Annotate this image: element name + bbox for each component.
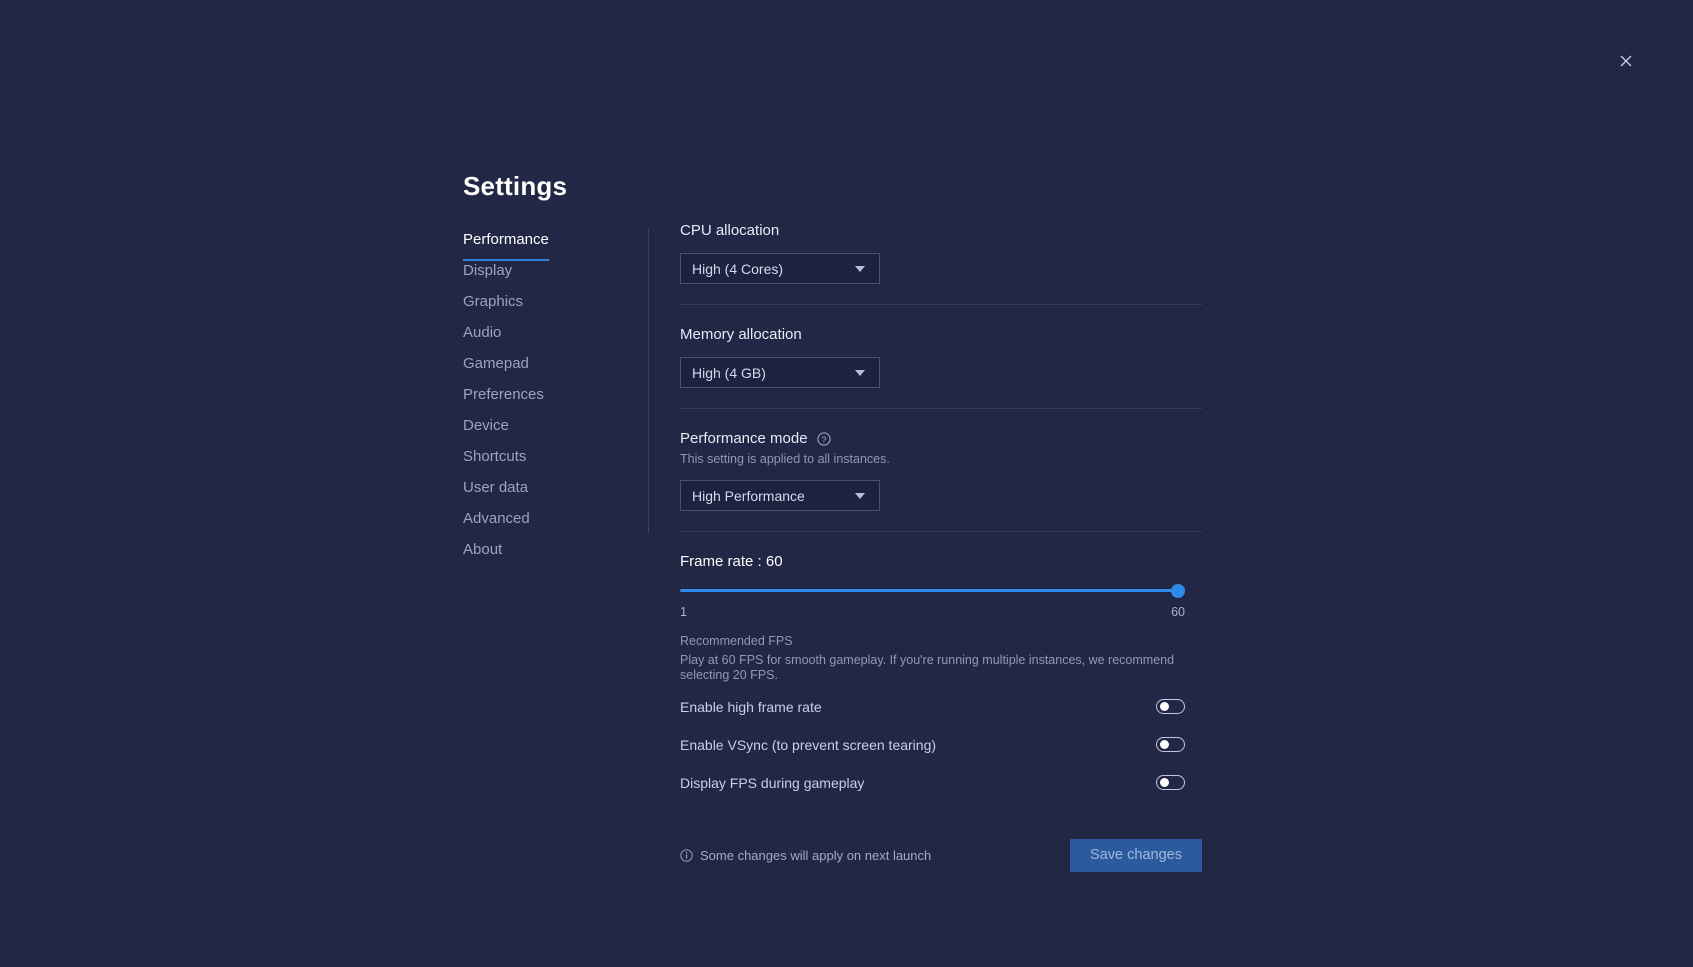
toggle-high-frame-rate[interactable] [1156, 699, 1185, 714]
settings-sidebar: Performance Display Graphics Audio Gamep… [463, 230, 633, 571]
toggle-display-fps[interactable] [1156, 775, 1185, 790]
frame-rate-scale: 1 60 [680, 605, 1185, 621]
memory-allocation-select[interactable]: High (4 GB) [680, 357, 880, 388]
sidebar-item-preferences[interactable]: Preferences [463, 385, 544, 416]
save-changes-button[interactable]: Save changes [1070, 838, 1202, 872]
toggle-label-display-fps: Display FPS during gameplay [680, 774, 865, 791]
sidebar-item-shortcuts[interactable]: Shortcuts [463, 447, 526, 478]
sidebar-item-graphics[interactable]: Graphics [463, 292, 523, 323]
page-title: Settings [463, 171, 568, 201]
sidebar-item-performance[interactable]: Performance [463, 230, 549, 261]
toggle-row-high-frame-rate: Enable high frame rate [680, 693, 1185, 721]
settings-window: Settings Performance Display Graphics Au… [0, 0, 1693, 967]
frame-rate-min-label: 1 [680, 605, 687, 619]
toggle-knob [1159, 740, 1169, 749]
toggle-group: Enable high frame rate Enable VSync (to … [680, 693, 1202, 797]
cpu-allocation-group: CPU allocation High (4 Cores) [680, 222, 1202, 305]
status-text: Some changes will apply on next launch [700, 847, 932, 863]
sidebar-item-gamepad[interactable]: Gamepad [463, 354, 529, 385]
sidebar-item-audio[interactable]: Audio [463, 323, 501, 354]
sidebar-content-divider [648, 228, 649, 533]
help-circle-icon[interactable]: ? [816, 431, 831, 446]
toggle-knob [1159, 702, 1169, 711]
settings-footer: Some changes will apply on next launch S… [680, 838, 1202, 872]
frame-rate-slider-thumb[interactable] [1171, 584, 1185, 598]
chevron-down-icon [855, 265, 865, 272]
info-circle-icon [680, 848, 693, 862]
sidebar-item-display[interactable]: Display [463, 261, 512, 292]
memory-allocation-label: Memory allocation [680, 326, 802, 343]
frame-rate-slider-track [680, 589, 1185, 592]
toggle-knob [1159, 778, 1169, 787]
sidebar-item-about[interactable]: About [463, 540, 502, 571]
performance-mode-value: High Performance [692, 487, 805, 504]
performance-mode-description: This setting is applied to all instances… [680, 452, 890, 466]
toggle-vsync[interactable] [1156, 737, 1185, 752]
memory-allocation-group: Memory allocation High (4 GB) [680, 305, 1202, 409]
toggle-row-display-fps: Display FPS during gameplay [680, 769, 1185, 797]
recommended-fps-body: Play at 60 FPS for smooth gameplay. If y… [680, 653, 1175, 682]
sidebar-item-device[interactable]: Device [463, 416, 509, 447]
sidebar-item-user-data[interactable]: User data [463, 478, 528, 509]
toggle-label-vsync: Enable VSync (to prevent screen tearing) [680, 736, 937, 753]
sidebar-item-advanced[interactable]: Advanced [463, 509, 530, 540]
chevron-down-icon [855, 369, 865, 376]
frame-rate-group: Frame rate : 60 1 60 Recommended FPS Pla… [680, 532, 1202, 683]
frame-rate-max-label: 60 [1171, 605, 1185, 619]
chevron-down-icon [855, 492, 865, 499]
toggle-label-high-frame-rate: Enable high frame rate [680, 698, 822, 715]
close-button[interactable] [1613, 48, 1639, 74]
frame-rate-title: Frame rate : 60 [680, 553, 783, 570]
cpu-allocation-value: High (4 Cores) [692, 260, 784, 277]
svg-text:?: ? [821, 434, 826, 444]
close-icon [1620, 55, 1632, 67]
performance-mode-label: Performance mode [680, 430, 808, 447]
toggle-row-vsync: Enable VSync (to prevent screen tearing) [680, 731, 1185, 759]
memory-allocation-value: High (4 GB) [692, 364, 766, 381]
frame-rate-slider[interactable] [680, 584, 1185, 598]
cpu-allocation-label: CPU allocation [680, 222, 780, 239]
recommended-fps-title: Recommended FPS [680, 634, 793, 648]
settings-content: CPU allocation High (4 Cores) Memory all… [680, 222, 1202, 872]
status-message: Some changes will apply on next launch [680, 848, 931, 863]
performance-mode-label-row: Performance mode ? [680, 430, 1202, 447]
cpu-allocation-select[interactable]: High (4 Cores) [680, 253, 880, 284]
performance-mode-select[interactable]: High Performance [680, 480, 880, 511]
performance-mode-group: Performance mode ? This setting is appli… [680, 409, 1202, 532]
